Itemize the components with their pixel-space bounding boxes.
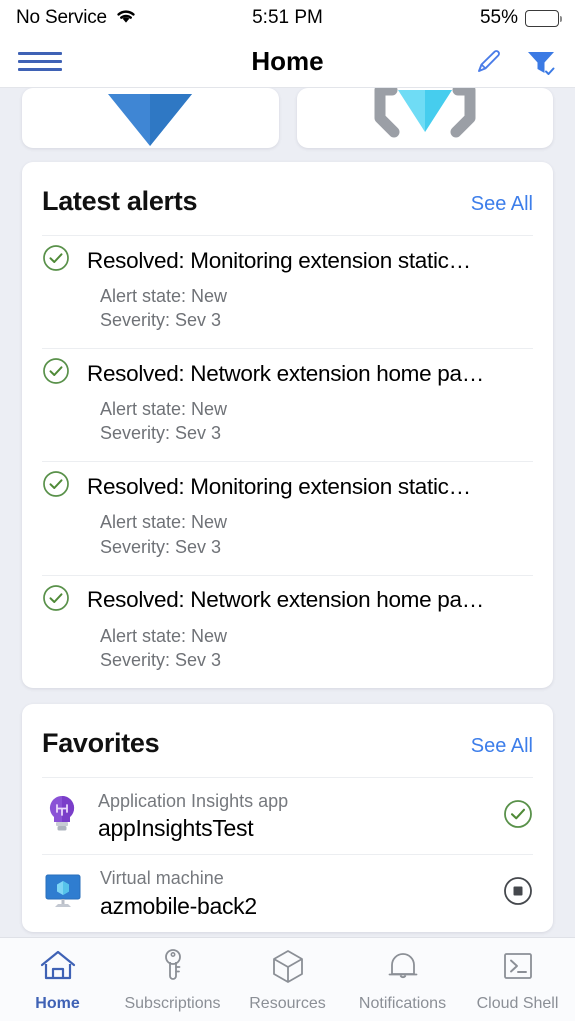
alert-meta: Alert state: New Severity: Sev 3 [100,510,533,558]
alert-state: Alert state: New [100,512,228,533]
alert-row[interactable]: Resolved: Monitoring extension static… A… [42,235,533,348]
virtual-machine-icon [42,870,84,917]
favorite-list-item[interactable]: Virtual machine azmobile-back2 [42,854,533,931]
bell-icon [383,947,423,990]
alert-severity: Severity: Sev 3 [100,423,222,444]
latest-alerts-title: Latest alerts [42,186,198,216]
check-circle-icon [503,799,533,834]
favorite-list-item[interactable]: Application Insights app appInsightsTest [42,776,533,854]
alert-severity: Severity: Sev 3 [100,310,222,331]
favorites-title: Favorites [42,727,160,758]
dashboard-tiles [22,88,553,148]
alert-severity: Severity: Sev 3 [100,536,222,557]
terminal-icon [498,947,538,990]
alert-state: Alert state: New [100,286,228,306]
dashboard-tile-gem[interactable] [296,88,553,148]
tab-home[interactable]: Home [0,947,115,1013]
latest-alerts-see-all-link[interactable]: See All [471,193,533,216]
home-icon [38,947,78,990]
status-bar-right: 55% [479,7,562,29]
alert-row[interactable]: Resolved: Network extension home pa… Ale… [42,348,533,461]
favorite-text: Application Insights app appInsightsTest [98,790,487,842]
alert-title: Resolved: Monitoring extension static… [87,247,471,273]
tab-notifications-label: Notifications [358,995,447,1012]
tab-subscriptions-label: Subscriptions [124,995,221,1012]
battery-percent-label: 55% [479,7,518,28]
pencil-icon[interactable] [473,47,503,77]
alert-title: Resolved: Network extension home pa… [87,587,484,613]
favorites-see-all-link[interactable]: See All [471,735,533,758]
carrier-label: No Service [16,7,107,28]
gem-brackets-icon [350,88,500,148]
status-bar-left: No Service [16,7,137,29]
alert-meta: Alert state: New Severity: Sev 3 [100,624,533,672]
alert-meta: Alert state: New Severity: Sev 3 [100,397,533,445]
check-circle-icon [42,357,70,390]
nav-actions [473,47,557,77]
application-insights-icon [42,793,82,840]
alert-meta: Alert state: New Severity: Sev 3 [100,284,533,332]
favorite-type: Virtual machine [100,868,224,889]
cube-icon [268,947,308,990]
favorite-text: Virtual machine azmobile-back2 [100,867,487,919]
favorite-name: azmobile-back2 [100,892,257,919]
favorite-name: appInsightsTest [98,815,254,842]
navigation-bar: Home [0,36,575,88]
favorite-type: Application Insights app [98,790,289,811]
alert-row[interactable]: Resolved: Network extension home pa… Ale… [42,574,533,688]
alert-title: Resolved: Monitoring extension static… [87,473,471,499]
tab-notifications[interactable]: Notifications [345,947,460,1013]
stop-circle-icon [503,876,533,911]
app-screen: No Service 5:51 PM 55% Home Latest alert… [0,0,575,1021]
key-icon [153,947,193,990]
alert-state: Alert state: New [100,625,228,646]
latest-alerts-card: Latest alerts See All Resolved: Monitori… [22,162,553,688]
latest-alerts-header: Latest alerts See All [42,162,533,235]
hamburger-menu-icon[interactable] [18,52,62,71]
main-scroll-area[interactable]: Latest alerts See All Resolved: Monitori… [0,88,575,937]
filter-funnel-check-icon[interactable] [525,47,557,77]
bottom-tab-bar: Home Subscriptions Resources Notificatio… [0,937,575,1021]
favorites-card: Favorites See All Application Insights a… [22,703,553,932]
status-bar: No Service 5:51 PM 55% [0,0,575,36]
azure-logo-icon [90,88,210,148]
alert-state: Alert state: New [100,399,228,420]
check-circle-icon [42,470,70,503]
dashboard-tile-azure[interactable] [22,88,279,148]
wifi-icon [115,7,137,29]
favorites-header: Favorites See All [42,704,533,777]
tab-cloud-shell[interactable]: Cloud Shell [460,947,575,1013]
tab-resources[interactable]: Resources [230,947,345,1013]
tab-cloud-shell-label: Cloud Shell [476,995,559,1012]
alert-title: Resolved: Network extension home pa… [87,360,484,386]
check-circle-icon [42,244,70,277]
tab-home-label: Home [35,995,80,1012]
tab-subscriptions[interactable]: Subscriptions [115,947,230,1013]
alert-severity: Severity: Sev 3 [100,649,222,670]
alert-row[interactable]: Resolved: Monitoring extension static… A… [42,461,533,574]
battery-icon [525,9,562,27]
tab-resources-label: Resources [249,995,326,1012]
check-circle-icon [42,584,70,617]
